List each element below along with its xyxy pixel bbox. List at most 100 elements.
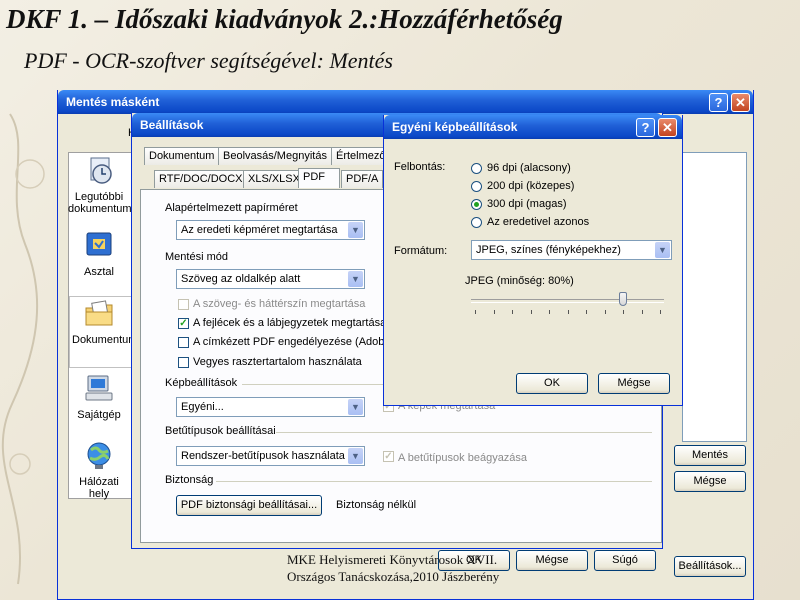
- resolution-label: Felbontás:: [394, 161, 446, 173]
- cancel-button[interactable]: Mégse: [598, 373, 670, 394]
- jpeg-quality-slider[interactable]: [471, 291, 664, 317]
- place-desktop[interactable]: Asztal: [68, 231, 130, 278]
- tagged-pdf-label: A címkézett PDF engedélyezése (Adobe: [193, 336, 391, 348]
- place-label: Dokumentum: [72, 334, 138, 346]
- slider-thumb[interactable]: [619, 292, 627, 306]
- slider-track: [471, 299, 664, 303]
- slider-tick: [623, 310, 624, 314]
- save-mode-heading: Mentési mód: [165, 251, 228, 263]
- close-button[interactable]: ✕: [731, 93, 750, 112]
- paper-size-select[interactable]: Az eredeti képméret megtartása ▼: [176, 220, 365, 240]
- divider: [216, 481, 652, 482]
- slider-tick: [605, 310, 606, 314]
- slide-title: DKF 1. – Időszaki kiadványok 2.:Hozzáfér…: [6, 4, 563, 34]
- mixed-raster-label: Vegyes raszter­tartalom használata: [193, 356, 362, 368]
- embed-fonts-checkbox[interactable]: ✓: [383, 451, 394, 462]
- security-status: Biztonság nélkül: [336, 499, 417, 511]
- help-button[interactable]: Súgó: [594, 550, 656, 571]
- place-label: Asztal: [84, 266, 114, 278]
- place-label: Hálózati hely: [79, 476, 119, 500]
- embed-fonts-label: A betűtípusok beágyazása: [398, 452, 528, 464]
- save-as-titlebar[interactable]: Mentés másként ? ✕: [58, 90, 753, 114]
- slider-tick: [531, 310, 532, 314]
- footer-line-2: Országos Tanácskozása,2010 Jászberény: [287, 569, 500, 584]
- jpeg-quality-label: JPEG (minőség: 80%): [465, 275, 574, 287]
- slider-tick: [586, 310, 587, 314]
- keep-colors-checkbox[interactable]: [178, 299, 189, 310]
- desktop-icon: [86, 232, 112, 256]
- cancel-button[interactable]: Mégse: [674, 471, 746, 492]
- mixed-raster-checkbox[interactable]: [178, 357, 189, 368]
- resolution-original-radio[interactable]: [471, 217, 482, 228]
- slider-ticks: [471, 310, 664, 314]
- slider-tick: [568, 310, 569, 314]
- file-list[interactable]: [682, 152, 747, 442]
- settings-button[interactable]: Beállítások...: [674, 556, 746, 577]
- resolution-300-label: 300 dpi (magas): [487, 198, 567, 210]
- resolution-original-label: Az eredetivel azonos: [487, 216, 590, 228]
- slider-tick: [660, 310, 661, 314]
- tab-document[interactable]: Dokumentum: [144, 147, 220, 165]
- chevron-down-icon: ▼: [348, 222, 363, 238]
- cancel-button[interactable]: Mégse: [516, 550, 588, 571]
- resolution-96-label: 96 dpi (alacsony): [487, 162, 571, 174]
- place-network[interactable]: Hálózati hely: [68, 441, 130, 500]
- slider-tick: [512, 310, 513, 314]
- paper-size-value: Az eredeti képméret megtartása: [181, 224, 338, 236]
- custom-image-title: Egyéni képbeállítások: [392, 120, 518, 134]
- fonts-select[interactable]: Rendszer-betűtípusok használata ▼: [176, 446, 365, 466]
- custom-image-titlebar[interactable]: Egyéni képbeállítások ? ✕: [384, 115, 682, 139]
- divider: [276, 432, 652, 433]
- place-my-computer[interactable]: Sajátgép: [68, 374, 130, 421]
- chevron-down-icon: ▼: [655, 242, 670, 258]
- image-settings-value: Egyéni...: [181, 401, 224, 413]
- resolution-96-radio[interactable]: [471, 163, 482, 174]
- my-computer-icon: [85, 375, 113, 401]
- chevron-down-icon: ▼: [348, 271, 363, 287]
- help-button[interactable]: ?: [636, 118, 655, 137]
- tab-pdf[interactable]: PDF: [298, 168, 340, 188]
- image-settings-heading: Képbeállítások: [165, 377, 238, 389]
- tab-scan-open[interactable]: Beolvasás/Megnyitás: [218, 147, 332, 165]
- footer-line-1: MKE Helyismereti Könyvtárosok XVII.: [287, 552, 498, 567]
- my-documents-icon: [85, 300, 113, 326]
- format-value: JPEG, színes (fényképekhez): [476, 244, 621, 256]
- tab-xls-xlsx[interactable]: XLS/XLSX: [243, 170, 305, 188]
- close-button[interactable]: ✕: [658, 118, 677, 137]
- tab-rtf-doc-docx[interactable]: RTF/DOC/DOCX: [154, 170, 248, 188]
- slider-tick: [494, 310, 495, 314]
- save-mode-value: Szöveg az oldalkép alatt: [181, 273, 301, 285]
- resolution-200-label: 200 dpi (közepes): [487, 180, 575, 192]
- resolution-300-radio[interactable]: [471, 199, 482, 210]
- keep-headers-label: A fejlécek és a lábjegyzetek megtartása: [193, 317, 387, 329]
- ok-button[interactable]: OK: [516, 373, 588, 394]
- chevron-down-icon: ▼: [348, 448, 363, 464]
- slider-tick: [549, 310, 550, 314]
- slider-tick: [642, 310, 643, 314]
- place-my-documents[interactable]: Dokumentum: [68, 299, 138, 346]
- save-mode-select[interactable]: Szöveg az oldalkép alatt ▼: [176, 269, 365, 289]
- save-button[interactable]: Mentés: [674, 445, 746, 466]
- fonts-heading: Betűtípusok beállításai: [165, 425, 276, 437]
- recent-documents-icon: [90, 157, 112, 184]
- tab-pdfa[interactable]: PDF/A: [341, 170, 384, 188]
- decorative-background-art: [1, 113, 45, 585]
- format-label: Formátum:: [394, 245, 448, 257]
- custom-image-dialog: Egyéni képbeállítások ? ✕ Felbontás: 96 …: [383, 115, 683, 406]
- chevron-down-icon: ▼: [348, 399, 363, 415]
- resolution-200-radio[interactable]: [471, 181, 482, 192]
- image-settings-select[interactable]: Egyéni... ▼: [176, 397, 365, 417]
- tab-interpreter[interactable]: Értelmező: [331, 147, 391, 165]
- save-as-title: Mentés másként: [66, 95, 160, 109]
- format-select[interactable]: JPEG, színes (fényképekhez) ▼: [471, 240, 672, 260]
- place-label: Legutóbbi dokumentum: [68, 191, 132, 215]
- security-heading: Biztonság: [165, 474, 214, 486]
- pdf-security-button[interactable]: PDF biztonsági beállításai...: [176, 495, 322, 516]
- place-recent-documents[interactable]: Legutóbbi dokumentum: [68, 156, 132, 215]
- keep-colors-label: A szöveg- és háttérszín megtartása: [193, 298, 366, 310]
- tagged-pdf-checkbox[interactable]: [178, 337, 189, 348]
- keep-headers-checkbox[interactable]: ✓: [178, 318, 189, 329]
- paper-size-heading: Alapértelmezett papírméret: [165, 202, 298, 214]
- help-button[interactable]: ?: [709, 93, 728, 112]
- place-label: Sajátgép: [77, 409, 121, 421]
